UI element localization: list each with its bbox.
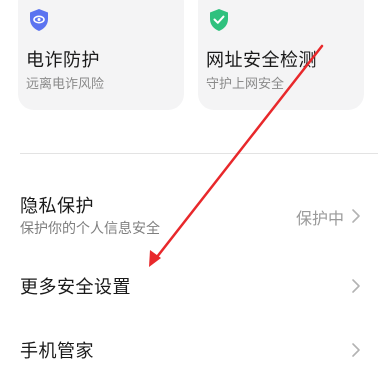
phone-manager-row[interactable]: 手机管家 xyxy=(0,334,378,366)
chevron-right-icon xyxy=(350,342,362,358)
shield-eye-icon xyxy=(28,8,50,32)
fraud-protection-card[interactable]: 电诈防护 远离电诈风险 xyxy=(18,0,184,110)
card-title: 电诈防护 xyxy=(26,50,100,71)
row-description: 保护你的个人信息安全 xyxy=(20,221,160,237)
card-subtitle: 远离电诈风险 xyxy=(26,77,105,92)
privacy-protection-row[interactable]: 隐私保护 保护你的个人信息安全 保护中 xyxy=(0,188,378,248)
more-security-settings-row[interactable]: 更多安全设置 xyxy=(0,270,378,302)
url-safety-check-card[interactable]: 网址安全检测 守护上网安全 xyxy=(198,0,364,110)
row-label: 更多安全设置 xyxy=(20,277,131,298)
chevron-right-icon xyxy=(350,278,362,294)
row-label: 隐私保护 xyxy=(20,196,94,217)
card-title: 网址安全检测 xyxy=(206,50,317,71)
arrowhead xyxy=(149,250,161,267)
status-value: 保护中 xyxy=(295,209,344,228)
row-label: 手机管家 xyxy=(20,341,94,362)
section-divider xyxy=(20,153,378,154)
card-subtitle: 守护上网安全 xyxy=(206,77,285,92)
chevron-right-icon xyxy=(350,208,362,224)
shield-check-icon xyxy=(208,8,230,32)
